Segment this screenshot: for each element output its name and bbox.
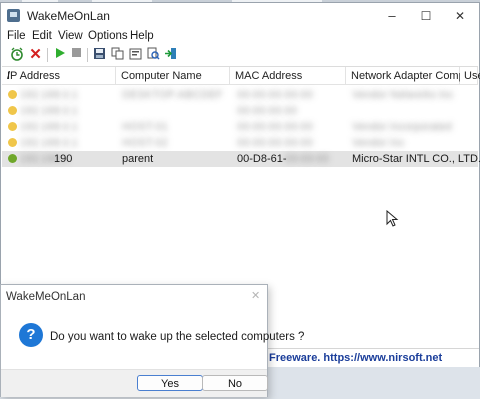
column-header-use[interactable]: Use [460, 67, 480, 85]
offline-status-icon [8, 138, 17, 147]
offline-status-icon [8, 90, 17, 99]
dialog-title: WakeMeOnLan [6, 291, 86, 303]
dialog-footer: Yes No [1, 369, 268, 397]
stop-icon[interactable] [69, 47, 84, 62]
toolbar-separator [47, 48, 48, 62]
menu-edit[interactable]: Edit [32, 30, 52, 42]
mac-cell: 00-00-00-00 [237, 105, 297, 117]
ip-cell: 192.168.0.1 [20, 137, 79, 149]
delete-icon[interactable]: ✕ [28, 47, 43, 62]
column-header-ip[interactable]: IP Address / [2, 67, 116, 85]
find-icon[interactable] [146, 47, 161, 62]
question-icon: ? [19, 323, 43, 347]
wake-icon[interactable] [9, 47, 24, 62]
computer-name-cell: parent [122, 153, 154, 165]
save-icon[interactable] [92, 47, 107, 62]
computer-name-cell: HOST-02 [122, 137, 168, 149]
adapter-cell: Vendor Incorporated [352, 121, 452, 133]
play-icon[interactable] [52, 47, 67, 62]
table-row[interactable]: 192.168.0.1 HOST-02 00-00-00-00-00 Vendo… [2, 135, 478, 151]
confirm-dialog: WakeMeOnLan ✕ ? Do you want to wake up t… [0, 284, 304, 397]
adapter-cell: Vendor Inc [352, 137, 405, 149]
minimize-button[interactable]: – [376, 3, 408, 29]
offline-status-icon [8, 106, 17, 115]
computer-name-cell: HOST-01 [122, 121, 168, 133]
copy-icon[interactable] [110, 47, 125, 62]
app-icon [7, 9, 20, 22]
column-header-mac[interactable]: MAC Address [230, 67, 346, 85]
dialog-message: Do you want to wake up the selected comp… [50, 331, 305, 343]
window-title: WakeMeOnLan [27, 9, 110, 23]
properties-icon[interactable] [128, 47, 143, 62]
exit-icon[interactable] [163, 47, 178, 62]
mouse-cursor-icon [386, 210, 399, 227]
mac-cell: 00-D8-61- [237, 153, 287, 165]
yes-button[interactable]: Yes [137, 375, 203, 391]
table-row[interactable]: 192.168.0.1 DESKTOP-ABCDEF 00-00-00-00-0… [2, 87, 478, 103]
maximize-button[interactable]: ☐ [410, 3, 442, 29]
sort-indicator: / [7, 70, 11, 82]
table-row-selected[interactable]: 192.168.1 190 parent 00-D8-61- 00-00-00 … [2, 151, 480, 167]
menu-file[interactable]: File [7, 30, 26, 42]
no-button[interactable]: No [202, 375, 268, 391]
menu-bar: File Edit View Options Help [1, 29, 479, 46]
column-header-adapter[interactable]: Network Adapter Comp... [346, 67, 474, 85]
toolbar-separator [87, 48, 88, 62]
status-link[interactable]: Freeware. https://www.nirsoft.net [269, 352, 442, 364]
menu-options[interactable]: Options [88, 30, 128, 42]
table-row[interactable]: 192.168.0.1 HOST-01 00-00-00-00-00 Vendo… [2, 119, 478, 135]
mac-cell: 00-00-00-00-00 [237, 137, 313, 149]
mac-suffix-redacted: 00-00-00 [285, 153, 330, 165]
title-bar[interactable]: WakeMeOnLan – ☐ ✕ [1, 3, 479, 29]
adapter-cell: Vendor Networks Inc [352, 89, 454, 101]
dialog-close-icon[interactable]: ✕ [251, 289, 260, 302]
ip-cell: 190 [54, 153, 73, 165]
ip-cell: 192.168.0.1 [20, 121, 79, 133]
online-status-icon [8, 154, 17, 163]
adapter-cell: Micro-Star INTL CO., LTD. [352, 153, 480, 165]
toolbar: ✕ [1, 46, 479, 64]
mac-cell: 00-00-00-00-00 [237, 121, 313, 133]
computer-name-cell: DESKTOP-ABCDEF [122, 89, 223, 101]
column-header-computer-name[interactable]: Computer Name [116, 67, 230, 85]
close-button[interactable]: ✕ [444, 3, 476, 29]
ip-cell: 192.168.0.1 [20, 105, 79, 117]
table-row[interactable]: 192.168.0.1 00-00-00-00 [2, 103, 478, 119]
menu-view[interactable]: View [58, 30, 83, 42]
offline-status-icon [8, 122, 17, 131]
menu-help[interactable]: Help [130, 30, 154, 42]
ip-cell: 192.168.0.1 [20, 89, 79, 101]
mac-cell: 00-00-00-00-00 [237, 89, 313, 101]
